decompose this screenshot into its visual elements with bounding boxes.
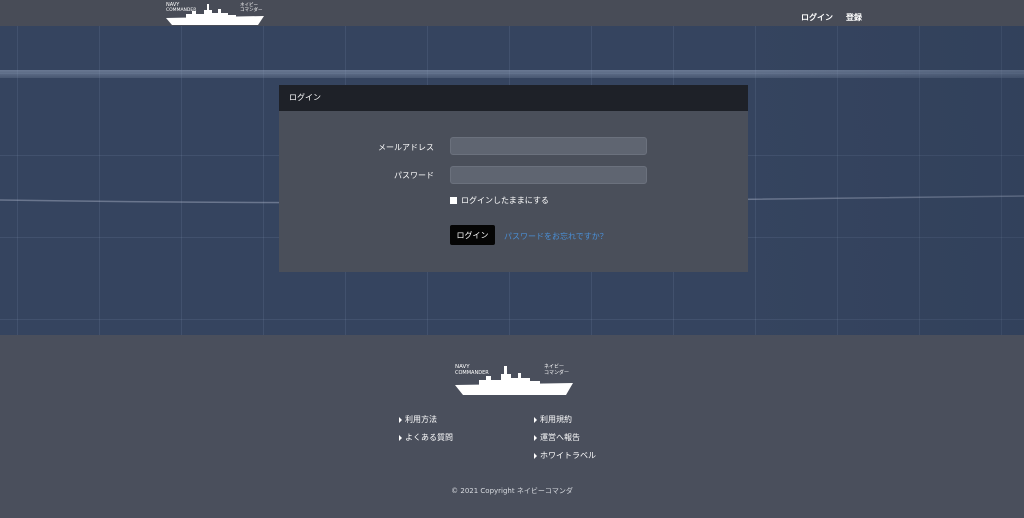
nav-register-link[interactable]: 登録	[846, 12, 862, 23]
footer-link-white-label[interactable]: ホワイトラベル	[534, 450, 596, 461]
logo-jp-line1: ネイビー	[240, 1, 258, 8]
password-input[interactable]	[450, 166, 647, 184]
footer-link-faq-label: よくある質問	[405, 433, 453, 442]
footer-link-report-label: 運営へ報告	[540, 433, 580, 442]
footer-logo-jp-line2: コマンダー	[544, 369, 569, 376]
nav-login-link[interactable]: ログイン	[801, 12, 833, 23]
remember-me-label: ログインしたままにする	[461, 196, 549, 205]
logo-jp-line2: コマンダー	[240, 6, 263, 13]
footer-logo-en-line2: COMMANDER	[455, 370, 489, 376]
logo-en-line2: COMMANDER	[166, 7, 196, 13]
footer-link-usage[interactable]: 利用方法	[399, 414, 437, 425]
footer-link-terms-label: 利用規約	[540, 415, 572, 424]
caret-right-icon	[399, 434, 402, 441]
site-footer: NAVY COMMANDER ネイビー コマンダー 利用方法 よくある質問 利用…	[0, 335, 1024, 518]
footer-link-faq[interactable]: よくある質問	[399, 432, 453, 443]
footer-link-usage-label: 利用方法	[405, 415, 437, 424]
email-label: メールアドレス	[378, 143, 434, 152]
login-submit-button[interactable]: ログイン	[450, 225, 495, 245]
login-card-title: ログイン	[279, 85, 748, 111]
password-label: パスワード	[394, 171, 434, 180]
hero-shade	[744, 26, 1024, 335]
footer-logo-jp-line1: ネイビー	[544, 363, 564, 370]
remember-me-checkbox[interactable]	[450, 197, 457, 204]
caret-right-icon	[534, 452, 537, 459]
copyright-text: © 2021 Copyright ネイビーコマンダ	[451, 487, 573, 495]
footer-link-terms[interactable]: 利用規約	[534, 414, 572, 425]
remember-me-option[interactable]: ログインしたままにする	[450, 195, 549, 206]
navy-commander-logo[interactable]: NAVY COMMANDER ネイビー コマンダー	[166, 0, 266, 26]
caret-right-icon	[534, 434, 537, 441]
footer-logo[interactable]: NAVY COMMANDER ネイビー コマンダー	[455, 361, 575, 397]
email-input[interactable]	[450, 137, 647, 155]
site-header: NAVY COMMANDER ネイビー コマンダー ログイン 登録	[0, 0, 1024, 26]
caret-right-icon	[399, 416, 402, 423]
footer-link-white-label-label: ホワイトラベル	[540, 451, 596, 460]
footer-link-report[interactable]: 運営へ報告	[534, 432, 580, 443]
login-card: ログイン メールアドレス パスワード ログインしたままにする ログイン パスワー…	[279, 85, 748, 272]
forgot-password-link[interactable]: パスワードをお忘れですか？	[504, 231, 608, 242]
caret-right-icon	[534, 416, 537, 423]
